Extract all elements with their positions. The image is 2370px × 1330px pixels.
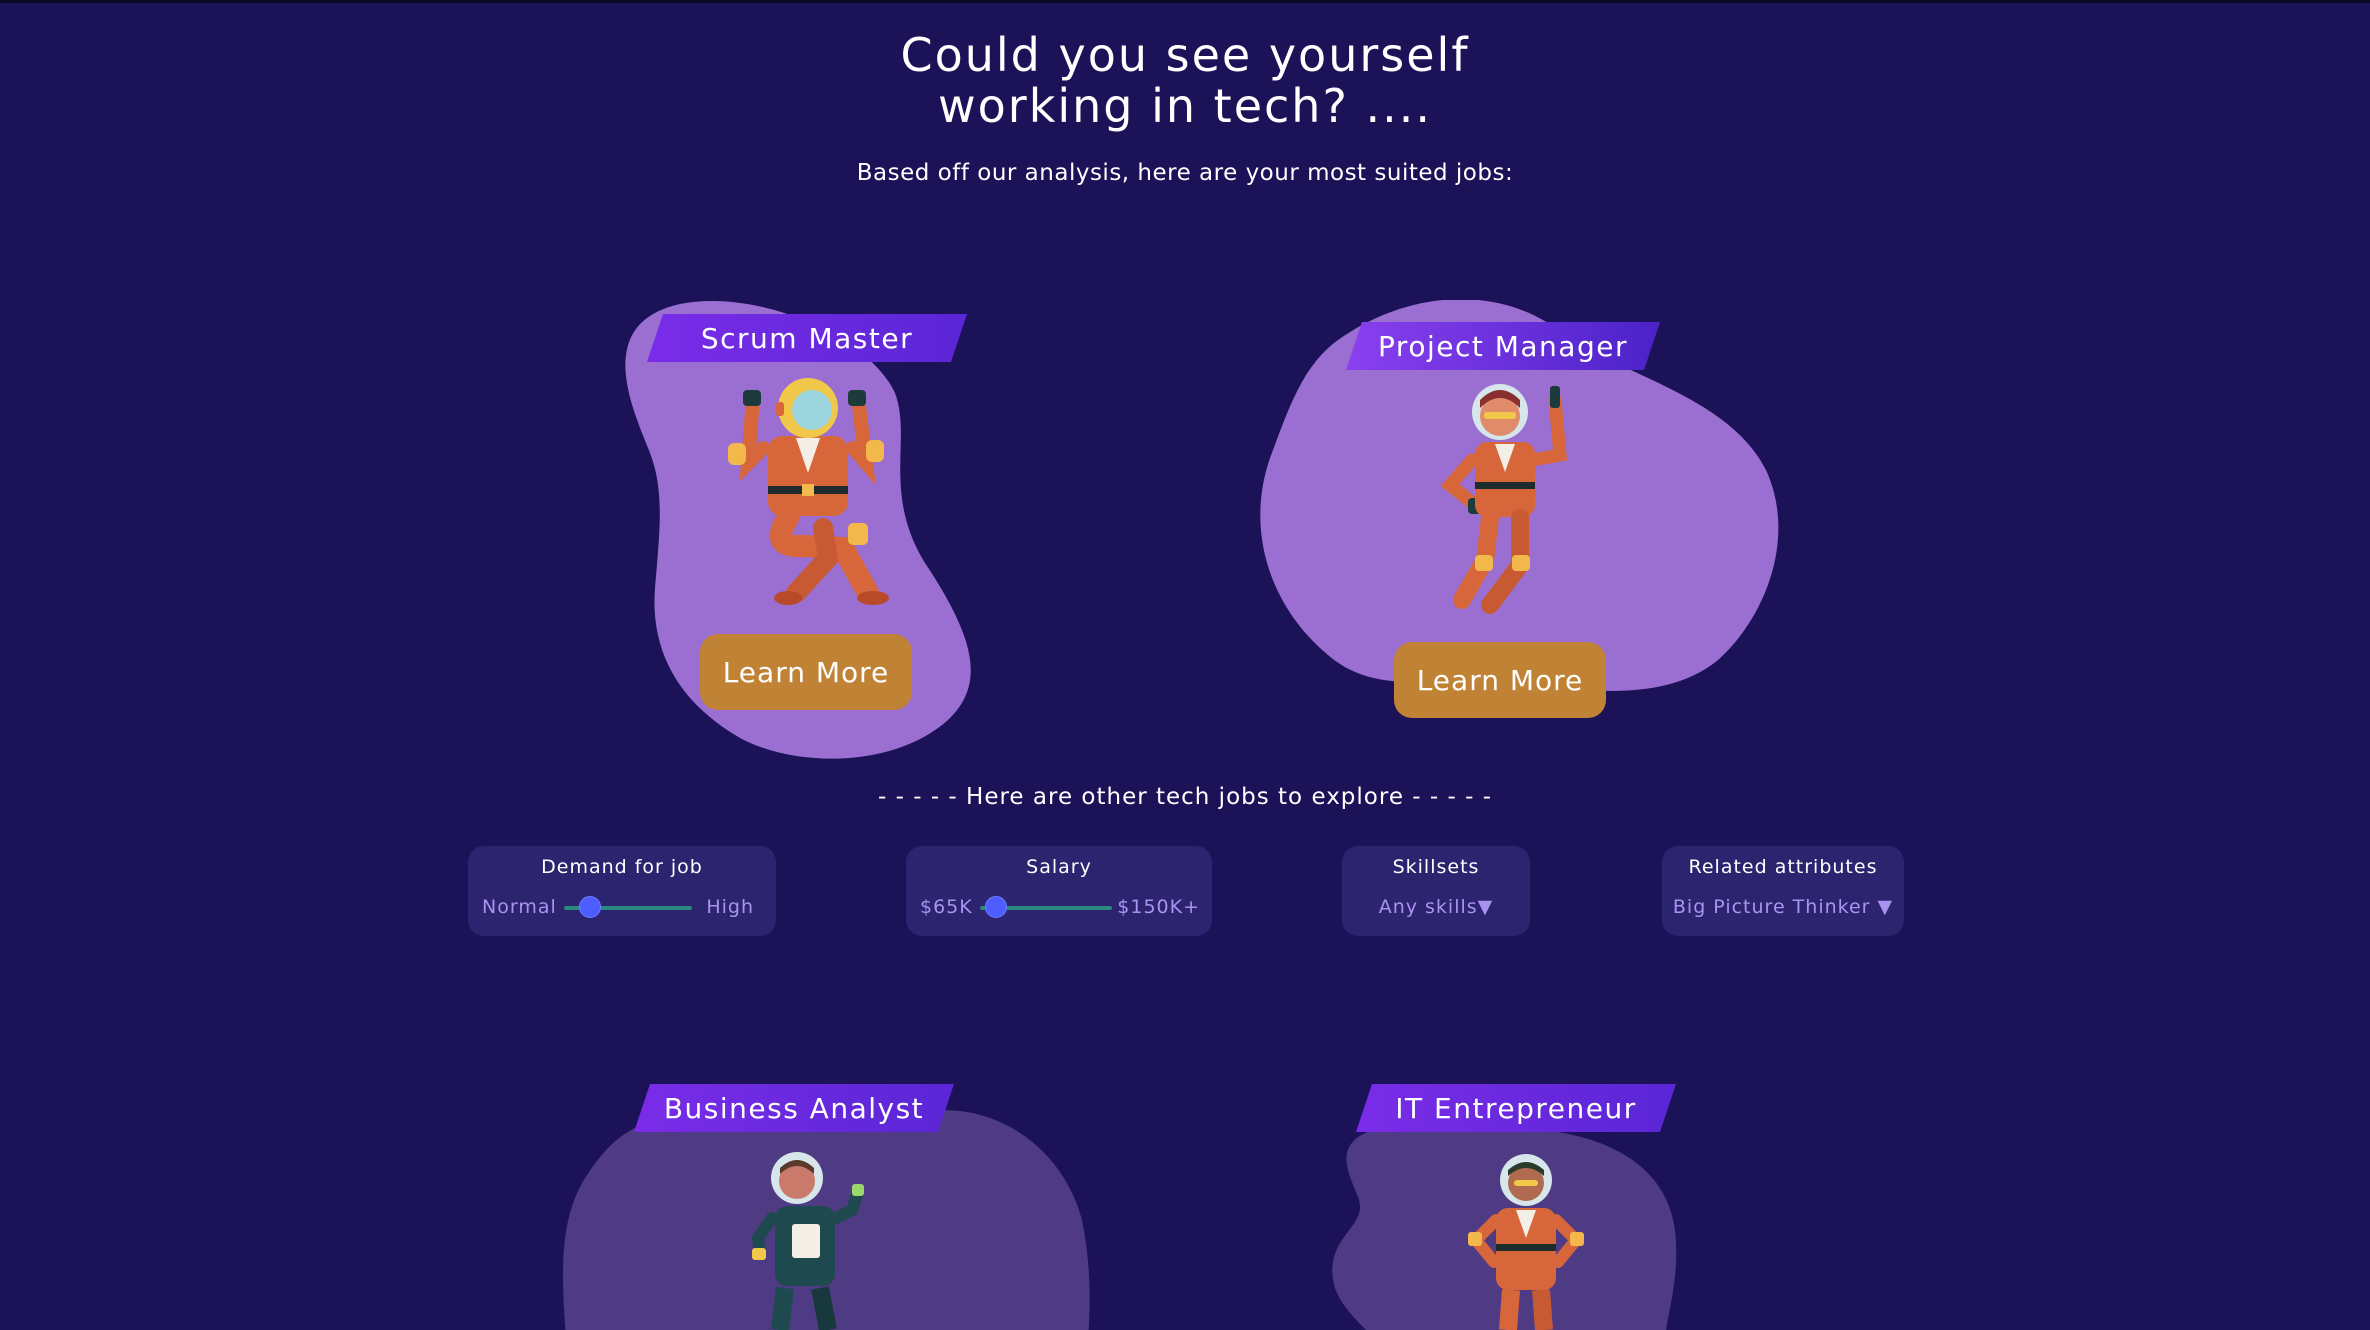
filter-demand: Demand for job Normal High <box>468 846 776 936</box>
filter-salary-high-label: $150K+ <box>1117 896 1200 918</box>
filter-related-attributes[interactable]: Related attributes Big Picture Thinker ▼ <box>1662 846 1904 936</box>
job-title: IT Entrepreneur <box>1395 1091 1637 1125</box>
astronaut-green-suit-icon <box>751 1152 864 1330</box>
attributes-dropdown[interactable]: Big Picture Thinker ▼ <box>1662 896 1904 918</box>
page-subtitle: Based off our analysis, here are your mo… <box>856 160 1514 186</box>
filter-demand-high-label: High <box>706 896 754 918</box>
job-title-tag: Business Analyst <box>634 1084 954 1132</box>
salary-slider-thumb[interactable] <box>984 896 1007 918</box>
job-title: Business Analyst <box>663 1091 925 1125</box>
filter-salary-low-label: $65K <box>920 896 973 918</box>
filter-attributes-title: Related attributes <box>1688 856 1878 878</box>
job-title: Scrum Master <box>700 321 914 355</box>
skillsets-dropdown[interactable]: Any skills▼ <box>1342 896 1530 918</box>
explore-divider: - - - - - Here are other tech jobs to ex… <box>877 784 1493 810</box>
learn-more-button[interactable]: Learn More <box>1394 642 1606 718</box>
filter-salary: Salary $65K $150K+ <box>906 846 1212 936</box>
filter-demand-title: Demand for job <box>541 856 703 878</box>
job-title-tag: IT Entrepreneur <box>1356 1084 1676 1132</box>
page-title: Could you see yourself working in tech? … <box>0 30 2370 132</box>
job-title-tag: Scrum Master <box>647 314 967 362</box>
top-border <box>0 0 2370 3</box>
astronaut-hands-on-hips-icon <box>1467 1154 1585 1330</box>
learn-more-button[interactable]: Learn More <box>700 634 912 710</box>
filter-skillsets[interactable]: Skillsets Any skills▼ <box>1342 846 1530 936</box>
job-title: Project Manager <box>1378 329 1628 363</box>
page-title-line-2: working in tech? .... <box>938 79 1432 133</box>
job-title-tag: Project Manager <box>1346 322 1660 370</box>
page-title-line-1: Could you see yourself <box>900 28 1470 82</box>
filter-skillsets-title: Skillsets <box>1392 856 1480 878</box>
demand-slider-thumb[interactable] <box>578 896 601 918</box>
filter-demand-low-label: Normal <box>482 896 557 918</box>
astronaut-pointing-icon <box>1440 384 1568 614</box>
astronaut-cheering-icon <box>728 378 889 605</box>
filter-salary-title: Salary <box>1026 856 1092 878</box>
